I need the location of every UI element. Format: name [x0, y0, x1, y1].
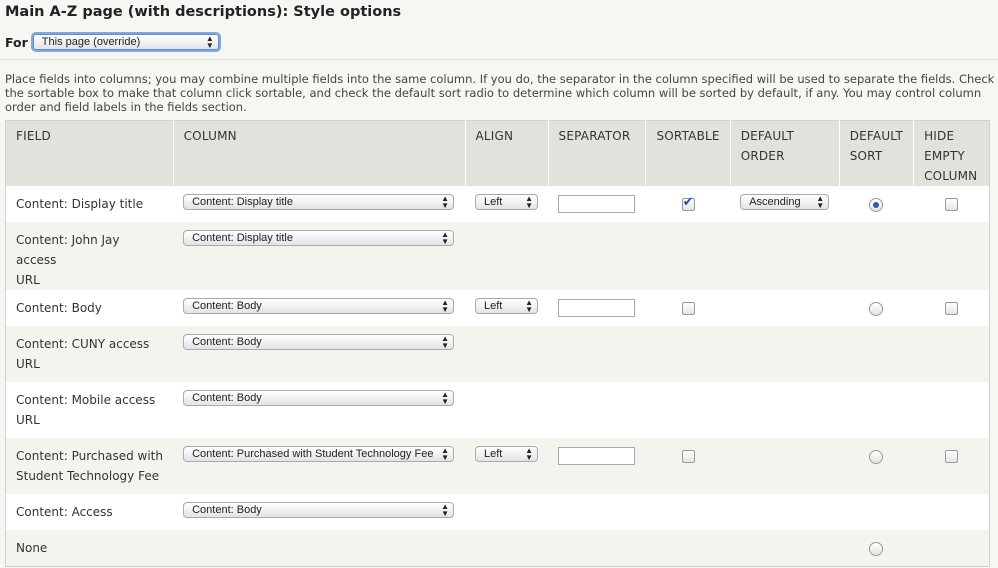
select-arrows-icon: ▲ ▼: [205, 34, 214, 50]
select-arrows-icon: ▲ ▼: [441, 334, 450, 350]
for-select-value: This page (override): [41, 36, 141, 48]
hide-empty-checkbox[interactable]: [944, 198, 958, 211]
table-row: Content: Display title Content: Display …: [5, 186, 990, 222]
separator-input[interactable]: [558, 447, 636, 465]
table-row: Content: John Jay access URL Content: Dis…: [5, 222, 990, 290]
style-options-table: FIELD COLUMN ALIGN SEPARATOR SORTABLE DE…: [5, 120, 990, 567]
hide-empty-checkbox[interactable]: [944, 450, 958, 463]
header-default-sort: DEFAULT SORT: [839, 120, 915, 186]
align-select[interactable]: Left ▲ ▼: [475, 194, 539, 210]
table-row: None: [5, 530, 990, 566]
separator-input[interactable]: [558, 195, 636, 213]
select-arrows-icon: ▲ ▼: [441, 298, 450, 314]
hide-empty-checkbox[interactable]: [944, 302, 958, 315]
header-separator: SEPARATOR: [548, 120, 647, 186]
field-name: Content: Mobile access URL: [5, 382, 174, 438]
column-select[interactable]: Content: Body ▲ ▼: [183, 334, 455, 350]
select-arrows-icon: ▲ ▼: [441, 390, 450, 406]
default-sort-radio[interactable]: [869, 542, 884, 556]
page-title: Main A-Z page (with descriptions): Style…: [5, 4, 402, 20]
column-select[interactable]: Content: Body ▲ ▼: [183, 390, 455, 406]
header-align: ALIGN: [465, 120, 549, 186]
select-arrows-icon: ▲ ▼: [441, 194, 450, 210]
field-name: Content: Display title: [5, 186, 174, 222]
sortable-checkbox[interactable]: [681, 302, 695, 315]
field-name: Content: John Jay access URL: [5, 222, 174, 290]
table-row: Content: CUNY access URL Content: Body ▲ ▼: [5, 326, 990, 382]
column-select[interactable]: Content: Display title ▲ ▼: [183, 230, 455, 246]
select-arrows-icon: ▲ ▼: [525, 446, 534, 462]
field-name: None: [5, 530, 174, 566]
header-column: COLUMN: [173, 120, 466, 186]
select-arrows-icon: ▲ ▼: [441, 502, 450, 518]
column-select[interactable]: Content: Body ▲ ▼: [183, 298, 455, 314]
table-row: Content: Body Content: Body ▲ ▼ Left ▲ ▼: [5, 290, 990, 326]
select-arrows-icon: ▲ ▼: [816, 194, 825, 210]
field-name: Content: Purchased with Student Technolog…: [5, 438, 174, 494]
field-name: Content: CUNY access URL: [5, 326, 174, 382]
field-name: Content: Access: [5, 494, 174, 530]
select-arrows-icon: ▲ ▼: [525, 194, 534, 210]
table-row: Content: Access Content: Body ▲ ▼: [5, 494, 990, 530]
for-select[interactable]: This page (override) ▲ ▼: [32, 34, 219, 50]
sortable-checkbox[interactable]: [681, 193, 695, 213]
header-hide-empty-column: HIDE EMPTY COLUMN: [913, 120, 990, 186]
style-description: Place fields into columns; you may combi…: [5, 72, 995, 114]
align-select[interactable]: Left ▲ ▼: [475, 446, 539, 462]
default-sort-radio[interactable]: [869, 450, 884, 464]
select-arrows-icon: ▲ ▼: [525, 298, 534, 314]
column-select[interactable]: Content: Display title ▲ ▼: [183, 194, 455, 210]
header-sortable: SORTABLE: [645, 120, 731, 186]
header-default-order: DEFAULT ORDER: [730, 120, 840, 186]
for-label: For: [5, 34, 28, 50]
default-sort-radio[interactable]: [869, 198, 884, 212]
table-row: Content: Mobile access URL Content: Body ▲…: [5, 382, 990, 438]
for-row: For This page (override) ▲ ▼: [5, 34, 219, 50]
field-name: Content: Body: [5, 290, 174, 326]
align-select[interactable]: Left ▲ ▼: [475, 298, 539, 314]
table-row: Content: Purchased with Student Technolog…: [5, 438, 990, 494]
divider: [0, 59, 998, 60]
default-sort-radio[interactable]: [869, 302, 884, 316]
header-field: FIELD: [5, 120, 174, 186]
select-arrows-icon: ▲ ▼: [441, 230, 450, 246]
select-arrows-icon: ▲ ▼: [441, 446, 450, 462]
sortable-checkbox[interactable]: [681, 450, 695, 463]
separator-input[interactable]: [558, 299, 636, 317]
default-order-select[interactable]: Ascending ▲ ▼: [740, 194, 830, 210]
column-select[interactable]: Content: Body ▲ ▼: [183, 502, 455, 518]
column-select[interactable]: Content: Purchased with Student Technolo…: [183, 446, 455, 462]
table-header-row: FIELD COLUMN ALIGN SEPARATOR SORTABLE DE…: [5, 120, 990, 186]
